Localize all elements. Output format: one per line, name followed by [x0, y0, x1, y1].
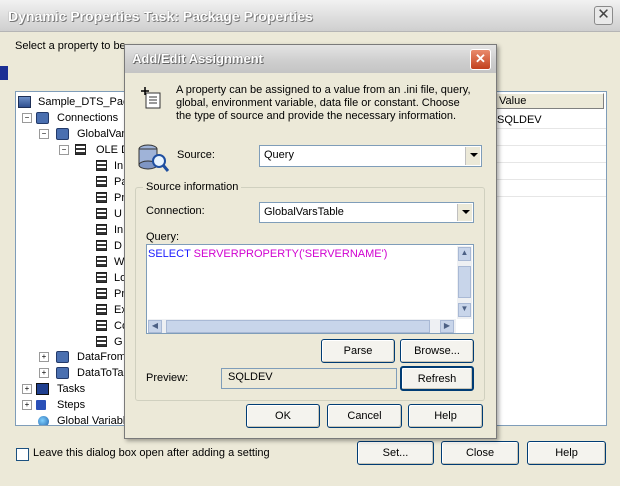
- package-icon: [18, 96, 31, 108]
- tree-oledb-label: OLE D: [96, 144, 124, 156]
- preview-value: SQLDEV: [228, 371, 273, 383]
- steps-icon: [36, 400, 46, 410]
- tree-property-label: G: [114, 336, 123, 348]
- tree-connections-label: Connections: [57, 112, 119, 124]
- preview-label: Preview:: [146, 372, 189, 384]
- connection-icon: [56, 351, 69, 363]
- property-icon: [96, 192, 107, 203]
- source-select[interactable]: Query: [259, 145, 482, 167]
- connection-icon: [56, 128, 69, 140]
- connection-icon: [56, 367, 69, 379]
- globe-icon: [38, 416, 49, 425]
- query-text[interactable]: SELECT SERVERPROPERTY('SERVERNAME'): [148, 248, 387, 260]
- dialog-title: Add/Edit Assignment: [132, 51, 263, 66]
- tree-property-label: U: [114, 208, 122, 220]
- ok-button[interactable]: OK: [246, 404, 320, 428]
- grid-row-divider: [490, 128, 606, 129]
- source-information-legend: Source information: [143, 181, 242, 193]
- tasks-icon: [36, 383, 49, 395]
- collapse-icon[interactable]: −: [39, 129, 49, 139]
- tree-property-label: In: [114, 160, 124, 172]
- connection-label: Connection:: [146, 205, 205, 217]
- tree-tasks-label: Tasks: [57, 383, 86, 395]
- property-icon: [96, 160, 107, 171]
- browse-button[interactable]: Browse...: [400, 339, 474, 363]
- tree-datato-label: DataToTa: [77, 367, 124, 379]
- chevron-down-icon[interactable]: [457, 204, 472, 221]
- property-icon: [96, 320, 107, 331]
- tree-steps-label: Steps: [57, 399, 86, 411]
- collapse-icon[interactable]: −: [59, 145, 69, 155]
- property-icon: [96, 336, 107, 347]
- assignment-icon: [141, 87, 161, 109]
- connection-select[interactable]: GlobalVarsTable: [259, 202, 474, 223]
- grid-cell-value[interactable]: SQLDEV: [497, 114, 542, 126]
- set-button[interactable]: Set...: [357, 441, 434, 465]
- tree-globalvars-label: GlobalVar: [77, 128, 125, 140]
- tree-datafrom-label: DataFrom: [77, 351, 125, 363]
- scroll-left-icon[interactable]: ◀: [148, 320, 162, 333]
- parent-close-icon[interactable]: ✕: [594, 6, 613, 25]
- expand-icon[interactable]: +: [39, 368, 49, 378]
- source-select-value: Query: [264, 149, 294, 161]
- property-icon: [96, 288, 107, 299]
- grid-row-divider: [490, 179, 606, 180]
- background-window-edge: [0, 66, 8, 80]
- grid-row-divider: [490, 162, 606, 163]
- tree-property-label: D: [114, 240, 122, 252]
- properties-icon: [75, 144, 86, 155]
- select-property-instruction: Select a property to be: [15, 40, 126, 52]
- query-function: SERVERPROPERTY: [193, 248, 300, 260]
- property-icon: [96, 256, 107, 267]
- property-value-grid[interactable]: [489, 91, 607, 426]
- leave-open-checkbox[interactable]: [16, 448, 29, 461]
- scroll-right-icon[interactable]: ▶: [440, 320, 454, 333]
- property-icon: [96, 304, 107, 315]
- tree-property-label: W: [114, 256, 125, 268]
- help-button[interactable]: Help: [527, 441, 606, 465]
- expand-icon[interactable]: +: [22, 384, 32, 394]
- grid-row-divider: [490, 196, 606, 197]
- query-keyword: SELECT: [148, 248, 191, 260]
- expand-icon[interactable]: +: [22, 400, 32, 410]
- refresh-button[interactable]: Refresh: [400, 366, 474, 391]
- expand-icon[interactable]: +: [39, 352, 49, 362]
- tree-root-label: Sample_DTS_Pac: [38, 96, 125, 108]
- vertical-scroll-thumb[interactable]: [458, 266, 471, 298]
- dialog-help-button[interactable]: Help: [408, 404, 483, 428]
- leave-open-label[interactable]: Leave this dialog box open after adding …: [33, 447, 270, 459]
- property-icon: [96, 272, 107, 283]
- property-icon: [96, 208, 107, 219]
- query-label: Query:: [146, 231, 180, 243]
- dialog-close-icon[interactable]: ✕: [470, 49, 491, 70]
- collapse-icon[interactable]: −: [22, 113, 32, 123]
- grid-row-divider: [490, 145, 606, 146]
- scroll-down-icon[interactable]: ▼: [458, 303, 471, 317]
- horizontal-scroll-thumb[interactable]: [166, 320, 430, 333]
- query-arguments: ('SERVERNAME'): [299, 248, 388, 260]
- grid-column-header-label: Value: [499, 95, 527, 107]
- connection-select-value: GlobalVarsTable: [264, 206, 344, 218]
- property-tree[interactable]: Sample_DTS_Pac − Connections − GlobalVar…: [15, 91, 125, 426]
- dialog-description: A property can be assigned to a value fr…: [176, 84, 471, 122]
- database-query-icon: [138, 144, 169, 172]
- tree-global-variables-label: Global Variabl: [57, 415, 125, 426]
- property-icon: [96, 224, 107, 235]
- chevron-down-icon[interactable]: [465, 147, 480, 165]
- property-icon: [96, 176, 107, 187]
- parent-window-title: Dynamic Properties Task: Package Propert…: [8, 8, 313, 24]
- property-icon: [96, 240, 107, 251]
- tree-property-label: In: [114, 224, 124, 236]
- cancel-button[interactable]: Cancel: [327, 404, 402, 428]
- scroll-up-icon[interactable]: ▲: [458, 247, 471, 261]
- connections-icon: [36, 112, 49, 124]
- source-label: Source:: [177, 149, 215, 161]
- parse-button[interactable]: Parse: [321, 339, 395, 363]
- close-button[interactable]: Close: [441, 441, 519, 465]
